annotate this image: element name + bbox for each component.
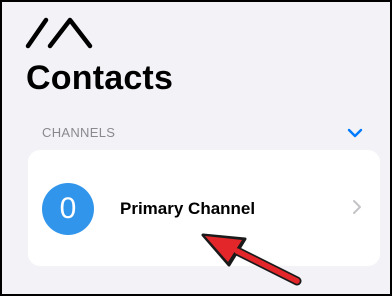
chevron-right-icon — [353, 200, 361, 214]
channel-avatar: 0 — [42, 183, 94, 235]
chevron-down-icon[interactable] — [346, 126, 364, 140]
page-title: Contacts — [26, 59, 174, 97]
contacts-screen: Contacts CHANNELS 0 Primary Channel — [0, 0, 392, 296]
red-arrow-annotation — [201, 233, 302, 286]
meshtastic-logo-icon — [25, 17, 93, 49]
channels-section-header: CHANNELS — [42, 125, 116, 140]
channel-name: Primary Channel — [120, 199, 256, 218]
